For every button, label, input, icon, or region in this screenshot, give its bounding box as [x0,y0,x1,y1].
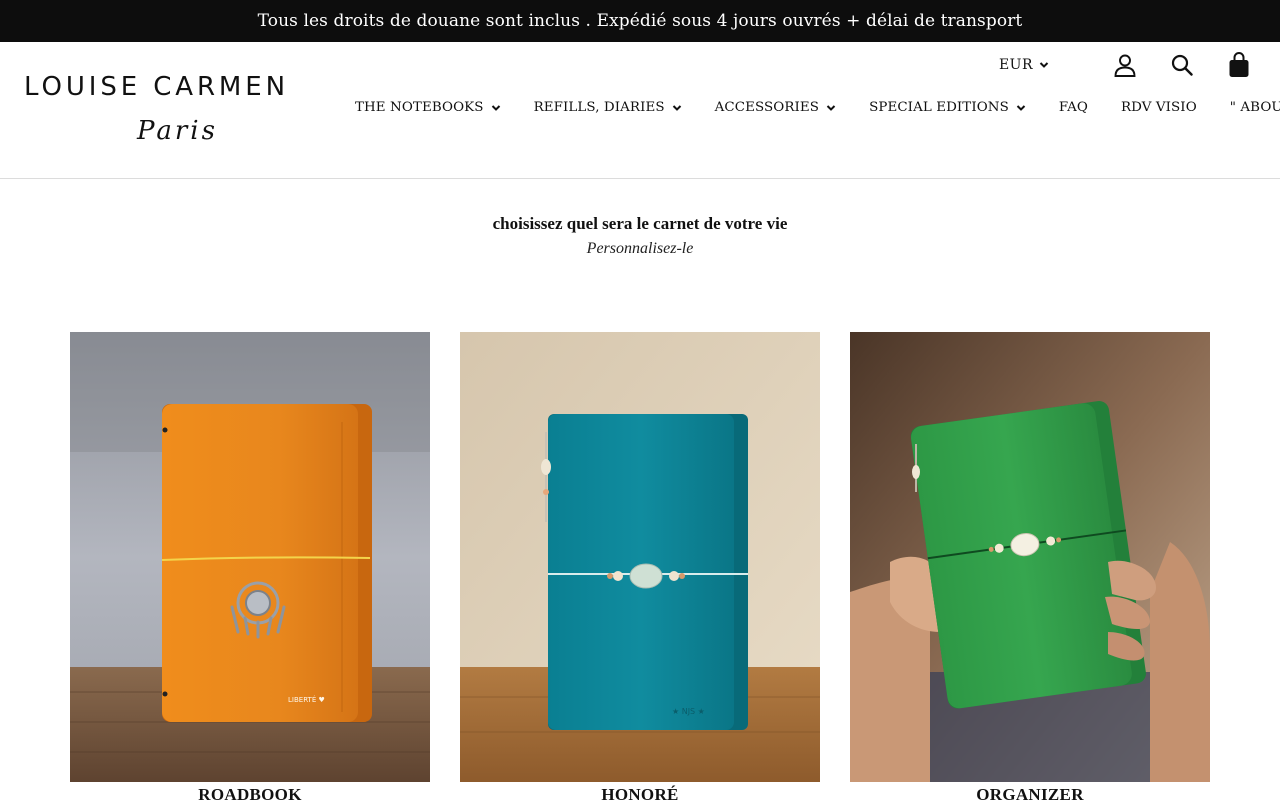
main-nav: THE NOTEBOOKS REFILLS, DIARIES ACCESSORI… [355,100,1280,115]
product-card-organizer[interactable]: ORGANIZER [850,332,1210,800]
logo-main-text: LOUISE CARMEN [24,72,289,102]
embossed-text: ★ NJS ★ [672,707,705,716]
product-title[interactable]: HONORÉ [460,785,820,800]
nav-item-label: THE NOTEBOOKS [355,100,484,115]
product-title[interactable]: ROADBOOK [70,785,430,800]
product-card-honore[interactable]: ★ NJS ★ HONORÉ [460,332,820,800]
nav-item-about[interactable]: " ABOUT " [1230,100,1280,115]
nav-item-label: SPECIAL EDITIONS [869,100,1009,115]
nav-item-label: ACCESSORIES [714,100,820,115]
utility-bar: EUR [999,50,1252,80]
product-image[interactable] [850,332,1210,782]
announcement-text: Tous les droits de douane sont inclus . … [257,11,1023,31]
site-logo[interactable]: LOUISE CARMEN Paris [24,72,326,152]
nav-item-label: REFILLS, DIARIES [533,100,665,115]
intro-title: choisissez quel sera le carnet de votre … [492,214,788,233]
intro-section: choisissez quel sera le carnet de votre … [0,214,1280,258]
product-image[interactable]: ★ NJS ★ [460,332,820,782]
product-grid: LIBERTÉ ♥ ROADBOOK ★ NJS ★ HONORÉ ORGANI… [70,332,1210,800]
logo-sub-text: Paris [137,116,218,146]
chevron-down-icon [672,104,682,112]
product-title[interactable]: ORGANIZER [850,785,1210,800]
nav-item-notebooks[interactable]: THE NOTEBOOKS [355,100,501,115]
nav-item-faq[interactable]: FAQ [1059,100,1088,115]
nav-item-label: FAQ [1058,100,1088,115]
nav-item-refills-diaries[interactable]: REFILLS, DIARIES [534,100,682,115]
intro-subtitle: Personnalisez-le [586,240,694,257]
nav-item-label: RDV VISIO [1120,100,1197,115]
chevron-down-icon [1039,61,1049,69]
nav-item-label: " ABOUT " [1229,100,1280,115]
nav-item-special-editions[interactable]: SPECIAL EDITIONS [869,100,1026,115]
site-header: LOUISE CARMEN Paris EUR THE NOTEBOOKS RE… [0,42,1280,179]
nav-item-accessories[interactable]: ACCESSORIES [715,100,836,115]
shopping-bag-icon[interactable] [1226,52,1252,78]
embossed-text: LIBERTÉ ♥ [288,695,325,704]
product-image[interactable]: LIBERTÉ ♥ [70,332,430,782]
currency-label: EUR [998,57,1033,73]
user-icon[interactable] [1112,52,1138,78]
announcement-bar: Tous les droits de douane sont inclus . … [0,0,1280,42]
currency-selector[interactable]: EUR [999,57,1049,73]
nav-item-rdv-visio[interactable]: RDV VISIO [1121,100,1197,115]
search-icon[interactable] [1169,52,1195,78]
chevron-down-icon [826,104,836,112]
chevron-down-icon [1016,104,1026,112]
chevron-down-icon [491,104,501,112]
product-card-roadbook[interactable]: LIBERTÉ ♥ ROADBOOK [70,332,430,800]
